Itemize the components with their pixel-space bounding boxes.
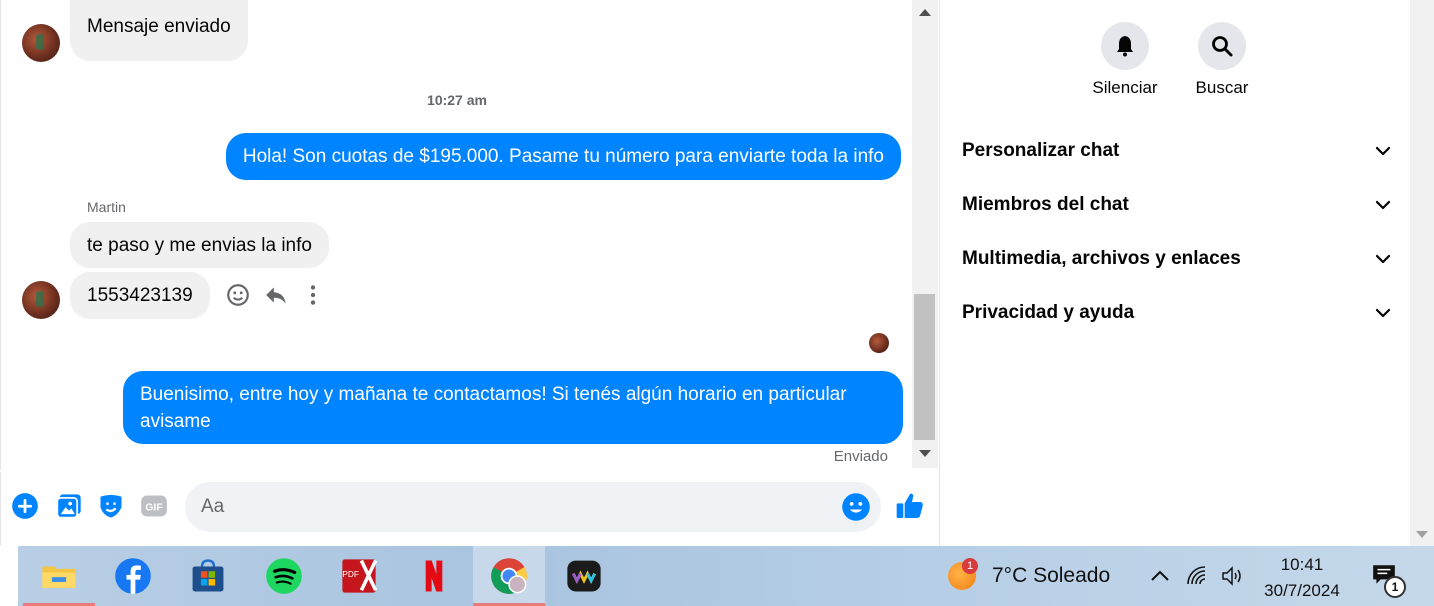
taskbar-netflix[interactable] — [398, 546, 470, 606]
chat-scrollbar[interactable] — [912, 0, 938, 468]
section-label: Miembros del chat — [962, 194, 1129, 215]
windows-taskbar: PDF 1 7°C Soleado 10:41 30/7/2024 1 — [0, 546, 1434, 606]
section-label: Multimedia, archivos y enlaces — [962, 248, 1241, 269]
react-emoji-icon[interactable] — [225, 282, 251, 308]
seen-avatar — [869, 333, 889, 353]
chevron-up-icon[interactable] — [1148, 564, 1172, 588]
chrome-icon — [491, 558, 527, 594]
scroll-down-arrow-icon[interactable] — [919, 450, 931, 457]
more-options-icon[interactable] — [300, 282, 326, 308]
section-customize-chat[interactable]: Personalizar chat — [962, 131, 1392, 171]
facebook-icon — [115, 558, 151, 594]
message-bubble-incoming[interactable]: te paso y me envias la info — [70, 222, 329, 268]
clock-date: 30/7/2024 — [1264, 581, 1340, 600]
thumbs-up-icon[interactable] — [894, 490, 926, 522]
sent-status: Enviado — [833, 448, 888, 465]
photo-icon[interactable] — [55, 492, 83, 520]
sender-name: Martin — [87, 199, 126, 215]
section-label: Personalizar chat — [962, 140, 1120, 161]
taskbar-file-explorer[interactable] — [23, 546, 95, 606]
scroll-thumb[interactable] — [914, 294, 935, 440]
message-bubble-incoming[interactable]: 1553423139 — [70, 272, 210, 319]
search-action[interactable]: Buscar — [1182, 22, 1262, 98]
bell-icon — [1117, 36, 1133, 57]
plus-circle-icon[interactable] — [11, 492, 39, 520]
message-composer: GIF — [0, 472, 938, 546]
weather-text: 7°C Soleado — [992, 564, 1111, 587]
microsoft-store-icon — [192, 559, 224, 592]
section-privacy-help[interactable]: Privacidad y ayuda — [962, 293, 1392, 333]
message-bubble-outgoing[interactable]: Buenisimo, entre hoy y mañana te contact… — [123, 371, 903, 444]
chevron-down-icon — [1375, 200, 1391, 210]
section-media-files-links[interactable]: Multimedia, archivos y enlaces — [962, 239, 1392, 279]
file-explorer-icon — [42, 566, 76, 588]
taskbar-spotify[interactable] — [248, 546, 320, 606]
scroll-down-arrow-icon[interactable] — [1416, 531, 1428, 538]
contact-avatar[interactable] — [22, 281, 60, 319]
pdf-editor-icon: PDF — [342, 559, 378, 593]
volume-icon[interactable] — [1220, 564, 1244, 588]
sticker-icon[interactable] — [97, 492, 125, 520]
spotify-icon — [266, 558, 302, 594]
message-bubble-outgoing[interactable]: Hola! Son cuotas de $195.000. Pasame tu … — [225, 133, 901, 180]
wifi-icon[interactable] — [1185, 564, 1209, 588]
reply-icon[interactable] — [263, 282, 289, 308]
media-app-icon — [567, 560, 601, 592]
section-chat-members[interactable]: Miembros del chat — [962, 185, 1392, 225]
search-label: Buscar — [1195, 78, 1249, 97]
taskbar-pdf-editor[interactable]: PDF — [323, 546, 395, 606]
mute-label: Silenciar — [1092, 78, 1158, 97]
taskbar-left-edge — [0, 546, 18, 606]
mute-action[interactable]: Silenciar — [1085, 22, 1165, 98]
section-label: Privacidad y ayuda — [962, 302, 1135, 323]
mute-button[interactable] — [1101, 22, 1149, 70]
message-timestamp: 10:27 am — [427, 92, 487, 108]
message-input[interactable] — [201, 482, 841, 532]
search-button[interactable] — [1198, 22, 1246, 70]
taskbar-microsoft-store[interactable] — [172, 546, 244, 606]
message-input-box[interactable] — [185, 482, 881, 532]
chevron-down-icon — [1375, 146, 1391, 156]
netflix-icon — [425, 560, 443, 592]
message-line: Buenisimo, entre hoy y mañana te contact… — [140, 384, 847, 405]
chevron-down-icon — [1375, 254, 1391, 264]
search-icon — [1212, 36, 1233, 57]
taskbar-facebook[interactable] — [97, 546, 169, 606]
emoji-icon[interactable] — [841, 492, 871, 522]
scroll-up-arrow-icon[interactable] — [919, 9, 931, 16]
system-clock[interactable]: 10:41 30/7/2024 — [1250, 552, 1354, 604]
clock-time: 10:41 — [1280, 555, 1324, 574]
gif-icon[interactable]: GIF — [140, 492, 168, 520]
message-line: avisame — [140, 411, 211, 432]
message-bubble-incoming[interactable]: Mensaje enviado — [70, 0, 248, 61]
pdf-label: PDF — [342, 569, 359, 579]
notification-count-badge: 1 — [1384, 576, 1406, 598]
conversation-details-panel: Silenciar Buscar Personalizar chat Miemb… — [939, 0, 1410, 546]
taskbar-media-app[interactable] — [548, 546, 620, 606]
chat-thread: Mensaje enviado 10:27 am Hola! Son cuota… — [0, 0, 912, 470]
weather-badge: 1 — [962, 558, 978, 574]
svg-text:GIF: GIF — [145, 502, 163, 514]
notification-center[interactable]: 1 — [1370, 560, 1406, 598]
page-scrollbar[interactable] — [1410, 0, 1434, 546]
contact-avatar[interactable] — [22, 24, 60, 62]
chevron-down-icon — [1375, 308, 1391, 318]
taskbar-chrome[interactable] — [473, 546, 545, 606]
